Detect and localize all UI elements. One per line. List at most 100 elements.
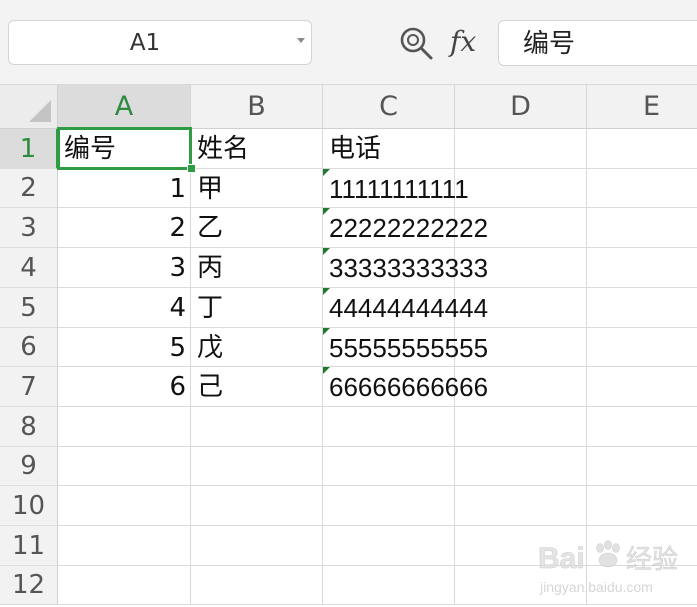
cell-c10[interactable] — [323, 486, 455, 526]
row-header-5[interactable]: 5 — [0, 288, 58, 328]
cell-e6[interactable] — [587, 328, 697, 367]
cell-b5[interactable]: 丁 — [191, 288, 323, 328]
cell-a1[interactable]: 编号 — [58, 129, 191, 169]
cell-b12[interactable] — [191, 566, 323, 605]
cell-b2[interactable]: 甲 — [191, 169, 323, 208]
cell-d11[interactable] — [455, 526, 587, 566]
cell-b3[interactable]: 乙 — [191, 208, 323, 248]
column-header-c[interactable]: C — [323, 85, 455, 129]
cell-a7[interactable]: 6 — [58, 367, 191, 407]
cell-c4[interactable]: 33333333333 — [323, 248, 488, 288]
cell-e1[interactable] — [587, 129, 697, 169]
cell-d6[interactable] — [455, 328, 587, 367]
row-header-1[interactable]: 1 — [0, 129, 58, 169]
cell-d1[interactable] — [455, 129, 587, 169]
cell-c1[interactable]: 电话 — [323, 129, 455, 169]
cell-b10[interactable] — [191, 486, 323, 526]
cell-c5[interactable]: 44444444444 — [323, 288, 488, 328]
cell-b11[interactable] — [191, 526, 323, 566]
cell-e12[interactable] — [587, 566, 697, 605]
cell-text: 11111111111 — [329, 174, 469, 204]
cell-d2[interactable] — [455, 169, 587, 208]
cell-c12[interactable] — [323, 566, 455, 605]
cell-d3[interactable] — [455, 208, 587, 248]
cell-text: 姓名 — [197, 134, 250, 164]
cell-text: 戊 — [197, 333, 224, 363]
select-all-icon — [29, 100, 51, 122]
function-icon[interactable]: fx — [450, 22, 476, 62]
column-header-a[interactable]: A — [58, 85, 191, 129]
cell-a8[interactable] — [58, 407, 191, 447]
row-header-9[interactable]: 9 — [0, 447, 58, 486]
cell-a6[interactable]: 5 — [58, 328, 191, 367]
cell-e10[interactable] — [587, 486, 697, 526]
cell-e11[interactable] — [587, 526, 697, 566]
cell-e9[interactable] — [587, 447, 697, 486]
select-all-button[interactable] — [0, 85, 58, 129]
cell-c9[interactable] — [323, 447, 455, 486]
cell-c7[interactable]: 66666666666 — [323, 367, 488, 407]
cell-text: 4 — [169, 293, 186, 323]
cell-a9[interactable] — [58, 447, 191, 486]
row-header-6[interactable]: 6 — [0, 328, 58, 367]
cell-e5[interactable] — [587, 288, 697, 328]
cell-b7[interactable]: 己 — [191, 367, 323, 407]
cell-text: 电话 — [329, 134, 382, 164]
cell-a12[interactable] — [58, 566, 191, 605]
cell-d12[interactable] — [455, 566, 587, 605]
cell-b6[interactable]: 戊 — [191, 328, 323, 367]
cell-e8[interactable] — [587, 407, 697, 447]
chevron-down-icon[interactable] — [297, 38, 305, 43]
row-header-2[interactable]: 2 — [0, 169, 58, 208]
cell-e7[interactable] — [587, 367, 697, 407]
zoom-icon[interactable] — [397, 24, 437, 64]
formula-input[interactable]: 编号 — [498, 20, 697, 66]
row-header-3[interactable]: 3 — [0, 208, 58, 248]
cell-c8[interactable] — [323, 407, 455, 447]
cell-e3[interactable] — [587, 208, 697, 248]
cell-a3[interactable]: 2 — [58, 208, 191, 248]
cell-text: 6 — [169, 372, 186, 402]
cell-text: 3 — [169, 253, 186, 283]
cell-text: 乙 — [197, 213, 224, 243]
formula-bar: A1 fx 编号 — [0, 0, 697, 85]
cell-text: 丁 — [197, 293, 224, 323]
name-box[interactable]: A1 — [8, 20, 312, 65]
cell-a5[interactable]: 4 — [58, 288, 191, 328]
cell-c2[interactable]: 11111111111 — [323, 169, 469, 208]
row-header-7[interactable]: 7 — [0, 367, 58, 407]
row-header-11[interactable]: 11 — [0, 526, 58, 566]
row-header-12[interactable]: 12 — [0, 566, 58, 605]
cell-d9[interactable] — [455, 447, 587, 486]
row-header-8[interactable]: 8 — [0, 407, 58, 447]
cell-c11[interactable] — [323, 526, 455, 566]
cell-a4[interactable]: 3 — [58, 248, 191, 288]
cell-a11[interactable] — [58, 526, 191, 566]
column-header-b[interactable]: B — [191, 85, 323, 129]
cell-text: 丙 — [197, 253, 224, 283]
column-header-e[interactable]: E — [587, 85, 697, 129]
cell-d10[interactable] — [455, 486, 587, 526]
cell-b4[interactable]: 丙 — [191, 248, 323, 288]
cell-e2[interactable] — [587, 169, 697, 208]
cell-a10[interactable] — [58, 486, 191, 526]
cell-d5[interactable] — [455, 288, 587, 328]
row-header-4[interactable]: 4 — [0, 248, 58, 288]
cell-a2[interactable]: 1 — [58, 169, 191, 208]
cell-c3[interactable]: 22222222222 — [323, 208, 488, 248]
row-header-10[interactable]: 10 — [0, 486, 58, 526]
cell-d7[interactable] — [455, 367, 587, 407]
cell-b1[interactable]: 姓名 — [191, 129, 323, 169]
cell-b9[interactable] — [191, 447, 323, 486]
cell-text: 编号 — [64, 134, 117, 164]
cell-b8[interactable] — [191, 407, 323, 447]
cell-text: 己 — [197, 372, 224, 402]
cell-d4[interactable] — [455, 248, 587, 288]
cell-c6[interactable]: 55555555555 — [323, 328, 488, 367]
cell-text: 5 — [169, 333, 186, 363]
column-header-d[interactable]: D — [455, 85, 587, 129]
cell-d8[interactable] — [455, 407, 587, 447]
cell-e4[interactable] — [587, 248, 697, 288]
name-box-value: A1 — [129, 30, 161, 56]
fill-handle[interactable] — [187, 164, 196, 173]
